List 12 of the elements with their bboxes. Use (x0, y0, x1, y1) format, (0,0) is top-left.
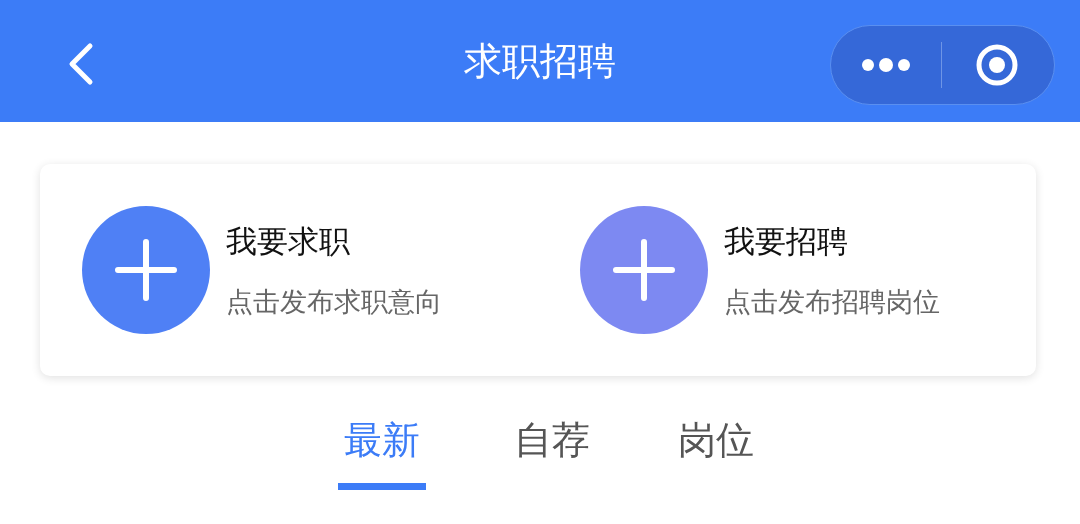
plus-icon (612, 238, 676, 302)
action-title[interactable]: 我要招聘 (724, 217, 940, 264)
target-icon (975, 43, 1019, 87)
page-title: 求职招聘 (464, 37, 616, 85)
tab[interactable]: 岗位 (678, 412, 754, 477)
tab[interactable]: 自荐 (514, 412, 590, 477)
more-icon (861, 58, 911, 72)
plus-icon (114, 238, 178, 302)
action-subtitle: 点击发布求职意向 (226, 285, 442, 319)
action-subtitle: 点击发布招聘岗位 (724, 285, 940, 319)
action-title[interactable]: 我要求职 (226, 217, 442, 264)
tab[interactable]: 最新 (344, 412, 420, 477)
